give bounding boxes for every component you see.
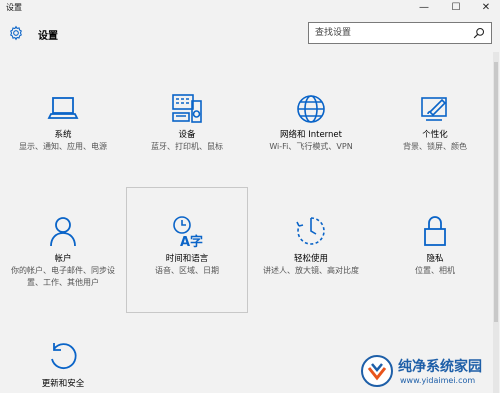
laptop-icon xyxy=(47,97,79,119)
tile-description: 显示、通知、应用、电源 xyxy=(19,142,107,151)
tile-time-language[interactable]: A字 时间和语言 语音、区域、日期 xyxy=(126,187,248,313)
scrollbar[interactable] xyxy=(493,52,499,393)
watermark-name: 纯净系统家园 xyxy=(398,359,482,375)
tile-label: 系统 xyxy=(54,130,72,140)
close-button[interactable]: ✕ xyxy=(471,0,500,16)
tile-accounts[interactable]: 帐户 你的帐户、电子邮件、同步设置、工作、其他用户 xyxy=(2,214,124,336)
watermark-url: www.yidaimei.com xyxy=(400,376,476,385)
tile-update-security[interactable]: 更新和安全 xyxy=(2,340,124,393)
window-title: 设置 xyxy=(6,3,22,12)
tile-system[interactable]: 系统 显示、通知、应用、电源 xyxy=(2,92,124,214)
search-input[interactable] xyxy=(309,23,469,43)
page-title: 设置 xyxy=(38,31,58,42)
scrollbar-thumb[interactable] xyxy=(494,62,498,322)
tile-label: 设备 xyxy=(178,130,196,140)
tile-description: Wi-Fi、飞行模式、VPN xyxy=(269,142,353,151)
ease-of-access-icon xyxy=(296,217,325,245)
tile-network[interactable]: 网络和 Internet Wi-Fi、飞行模式、VPN xyxy=(250,92,372,214)
paint-icon xyxy=(421,97,447,121)
watermark: 纯净系统家园 www.yidaimei.com xyxy=(360,352,495,390)
time-language-icon: A字 xyxy=(173,216,203,248)
tile-label: 更新和安全 xyxy=(41,379,85,389)
tile-description: 蓝牙、打印机、鼠标 xyxy=(151,142,223,151)
tile-label: 时间和语言 xyxy=(165,254,209,264)
devices-icon xyxy=(172,94,202,123)
tile-label: 轻松使用 xyxy=(293,254,328,264)
svg-text:A字: A字 xyxy=(180,234,203,248)
lock-icon xyxy=(424,216,446,246)
person-icon xyxy=(50,217,76,247)
globe-icon xyxy=(297,95,325,123)
tile-ease-of-access[interactable]: 轻松使用 讲述人、放大镜、高对比度 xyxy=(250,214,372,336)
minimize-button[interactable]: — xyxy=(409,0,439,16)
tile-privacy[interactable]: 隐私 位置、相机 xyxy=(374,214,496,336)
watermark-logo-icon xyxy=(361,355,393,387)
tile-description: 位置、相机 xyxy=(415,266,455,275)
search-icon[interactable] xyxy=(473,27,485,39)
tile-label: 隐私 xyxy=(426,254,444,264)
tile-description: 语音、区域、日期 xyxy=(155,266,219,275)
tile-personalization[interactable]: 个性化 背景、锁屏、颜色 xyxy=(374,92,496,214)
gear-icon xyxy=(10,25,22,41)
title-bar: 设置 — ☐ ✕ xyxy=(0,0,500,16)
maximize-button[interactable]: ☐ xyxy=(441,0,471,16)
refresh-icon xyxy=(51,343,77,369)
tile-description: 你的帐户、电子邮件、同步设置、工作、其他用户 xyxy=(11,266,115,287)
tile-description: 讲述人、放大镜、高对比度 xyxy=(263,266,359,275)
tile-label: 个性化 xyxy=(422,130,448,140)
tile-label: 帐户 xyxy=(54,254,72,264)
tile-label: 网络和 Internet xyxy=(280,130,342,140)
search-box[interactable] xyxy=(308,22,492,44)
tile-description: 背景、锁屏、颜色 xyxy=(403,142,467,151)
